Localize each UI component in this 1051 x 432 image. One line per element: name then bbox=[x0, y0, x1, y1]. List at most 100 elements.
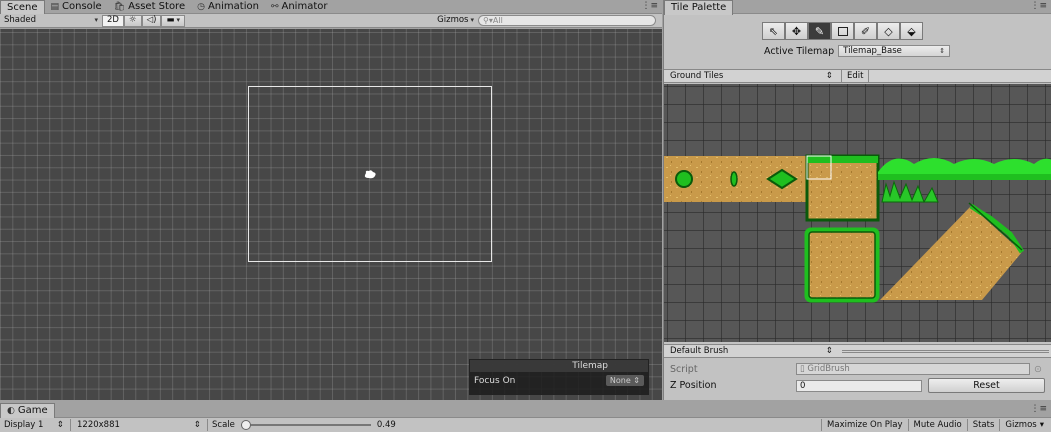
palette-tiles[interactable] bbox=[664, 84, 1051, 342]
game-panel-menu-icon[interactable]: ⋮≡ bbox=[1030, 404, 1047, 414]
focus-on-dropdown[interactable]: None ⇕ bbox=[605, 375, 644, 386]
stats-toggle[interactable]: Stats bbox=[970, 420, 998, 430]
scale-slider-handle[interactable] bbox=[240, 420, 251, 430]
store-icon: 🛍 bbox=[113, 2, 126, 12]
palette-panel-menu-icon[interactable]: ⋮≡ bbox=[1030, 1, 1047, 11]
palette-name: Ground Tiles bbox=[670, 71, 724, 81]
box-fill-icon bbox=[837, 26, 848, 36]
tile-small-knot bbox=[730, 171, 738, 187]
scale-slider[interactable] bbox=[240, 420, 371, 430]
brush-dropdown[interactable]: Default Brush ⇕ bbox=[664, 346, 839, 356]
resolution-dropdown[interactable]: 1220x881 ⇕ bbox=[73, 420, 205, 430]
sprite-object[interactable] bbox=[363, 169, 377, 179]
tab-asset-store[interactable]: 🛍 Asset Store bbox=[108, 0, 191, 14]
z-position-input[interactable]: 0 bbox=[796, 379, 922, 392]
lighting-toggle-button[interactable]: ☼ bbox=[123, 14, 142, 27]
tilemap-overlay-panel: Tilemap Focus On None ⇕ bbox=[469, 359, 649, 395]
effects-dropdown[interactable]: ▬ ▾ bbox=[161, 14, 185, 27]
eraser-icon: ◇ bbox=[884, 24, 893, 38]
tab-console[interactable]: ▤ Console bbox=[45, 0, 108, 14]
gizmos-label: Gizmos bbox=[437, 15, 469, 25]
focus-on-value: None bbox=[609, 376, 631, 385]
z-position-label: Z Position bbox=[670, 380, 717, 391]
tile-grass-top-block bbox=[805, 154, 880, 222]
maximize-on-play-toggle[interactable]: Maximize On Play bbox=[824, 420, 905, 430]
picker-tool-button[interactable]: ✐ bbox=[854, 22, 877, 40]
palette-tools: ⇖ ✥ ✎ ✐ ◇ ⬙ bbox=[762, 22, 923, 40]
resolution-value: 1220x881 bbox=[77, 420, 120, 430]
tab-tile-palette[interactable]: Tile Palette bbox=[664, 0, 734, 15]
console-icon: ▤ bbox=[50, 2, 60, 12]
z-position-value: 0 bbox=[800, 380, 806, 391]
stats-label: Stats bbox=[972, 420, 995, 430]
tile-grass-top-edge bbox=[807, 156, 878, 163]
select-tool-icon: ⇖ bbox=[768, 24, 779, 38]
reset-label: Reset bbox=[973, 380, 1000, 391]
scale-value: 0.49 bbox=[376, 420, 396, 430]
image-icon: ▬ bbox=[166, 15, 175, 25]
fill-icon: ⬙ bbox=[907, 24, 916, 38]
reset-button[interactable]: Reset bbox=[928, 378, 1045, 393]
select-tool-button[interactable]: ⇖ bbox=[762, 22, 785, 40]
paint-tool-button[interactable]: ✎ bbox=[808, 22, 831, 40]
chevron-down-icon: ▾ bbox=[94, 16, 98, 24]
tile-palette-tab-label: Tile Palette bbox=[671, 2, 727, 13]
mute-audio-toggle[interactable]: Mute Audio bbox=[911, 420, 965, 430]
game-gizmos-dropdown[interactable]: Gizmos ▾ bbox=[1002, 420, 1047, 430]
eraser-tool-button[interactable]: ◇ bbox=[877, 22, 900, 40]
tile-slope bbox=[880, 206, 1022, 300]
tile-grass-strip-base bbox=[878, 174, 1051, 180]
tab-animator[interactable]: ⚯ Animator bbox=[265, 0, 334, 14]
script-field: ▯ GridBrush bbox=[796, 363, 1030, 375]
game-tab-label: Game bbox=[17, 405, 48, 416]
fill-tool-button[interactable]: ⬙ bbox=[900, 22, 923, 40]
tab-scene[interactable]: Scene bbox=[0, 0, 45, 15]
tab-animation[interactable]: ◷ Animation bbox=[191, 0, 265, 14]
scene-viewport[interactable]: Tilemap Focus On None ⇕ bbox=[0, 29, 662, 400]
audio-toggle-button[interactable]: ◁) bbox=[141, 14, 162, 27]
palette-tab-bar: Tile Palette ⋮≡ bbox=[664, 0, 1051, 15]
gizmos-dropdown[interactable]: Gizmos ▾ bbox=[433, 15, 478, 27]
chevron-down-icon: ▾ bbox=[176, 16, 180, 24]
edit-label: Edit bbox=[847, 71, 864, 81]
script-label: Script bbox=[670, 363, 698, 375]
scene-tab-label: Scene bbox=[7, 2, 38, 13]
updown-icon: ⇕ bbox=[825, 346, 833, 356]
chevron-down-icon: ▾ bbox=[1039, 420, 1044, 430]
active-tilemap-dropdown[interactable]: Tilemap_Base ⇕ bbox=[838, 45, 951, 57]
focus-on-label: Focus On bbox=[474, 375, 516, 386]
brush-selector-bar: Default Brush ⇕ bbox=[664, 344, 1051, 358]
animator-icon: ⚯ bbox=[270, 2, 279, 12]
updown-icon: ⇕ bbox=[939, 47, 946, 55]
chevron-down-icon: ▾ bbox=[470, 16, 474, 24]
updown-icon: ⇕ bbox=[56, 420, 64, 430]
tile-round-bush bbox=[675, 170, 693, 188]
shading-mode-dropdown[interactable]: Shaded ▾ bbox=[0, 15, 102, 27]
speaker-icon: ◁) bbox=[146, 15, 157, 25]
move-tool-icon: ✥ bbox=[791, 24, 802, 38]
display-dropdown[interactable]: Display 1 ⇕ bbox=[0, 420, 68, 430]
scene-panel-menu-icon[interactable]: ⋮≡ bbox=[641, 1, 658, 11]
game-icon: ◐ bbox=[7, 406, 15, 416]
palette-tile-grid[interactable] bbox=[664, 84, 1051, 342]
move-tool-button[interactable]: ✥ bbox=[785, 22, 808, 40]
search-placeholder: All bbox=[492, 16, 503, 25]
brush-name: Default Brush bbox=[670, 346, 729, 356]
game-toolbar: Display 1 ⇕ 1220x881 ⇕ Scale 0.49 Maximi… bbox=[0, 418, 1051, 432]
edit-palette-button[interactable]: Edit bbox=[844, 71, 866, 81]
active-tilemap-label: Active Tilemap bbox=[764, 45, 835, 57]
script-value: GridBrush bbox=[807, 364, 850, 374]
search-icon: ⚲▾ bbox=[483, 16, 493, 25]
scene-search-input[interactable]: ⚲▾ All bbox=[478, 15, 656, 26]
2d-toggle-button[interactable]: 2D bbox=[102, 14, 124, 27]
scene-toolbar: Shaded ▾ 2D ☼ ◁) ▬ ▾ Gizmos ▾ ⚲▾ All bbox=[0, 14, 662, 28]
divider-line bbox=[842, 349, 1049, 353]
tab-game[interactable]: ◐ Game bbox=[0, 403, 55, 418]
box-fill-tool-button[interactable] bbox=[831, 22, 854, 40]
game-gizmos-label: Gizmos bbox=[1005, 420, 1037, 430]
scene-tab-bar: Scene ▤ Console 🛍 Asset Store ◷ Animatio… bbox=[0, 0, 662, 15]
mute-label: Mute Audio bbox=[913, 420, 962, 430]
tilemap-overlay-title: Tilemap bbox=[470, 360, 648, 372]
palette-dropdown[interactable]: Ground Tiles ⇕ bbox=[664, 71, 839, 81]
display-value: Display 1 bbox=[4, 420, 44, 430]
